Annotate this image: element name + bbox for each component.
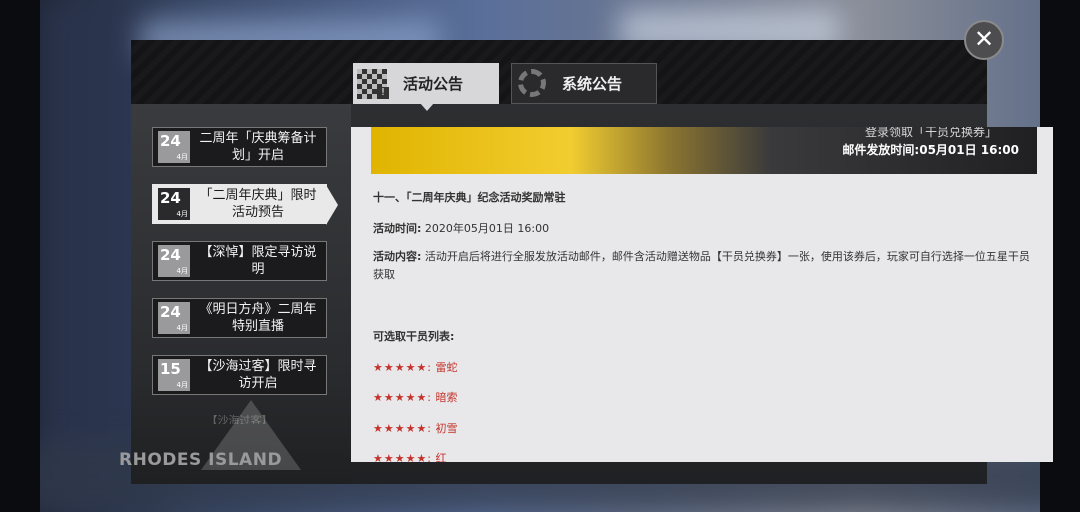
desc-label: 活动内容:: [373, 250, 422, 263]
date-month: 4月: [176, 153, 188, 161]
active-tab-pointer: [420, 103, 434, 111]
operator-row: ★★★★★: 红: [373, 450, 447, 462]
tab-system-announcements[interactable]: 系统公告: [511, 63, 657, 104]
time-value: 2020年05月01日 16:00: [424, 222, 550, 235]
announcement-content[interactable]: 登录领取「干员兑换券」 邮件发放时间:05月01日 16:00 十一、「二周年庆…: [351, 127, 1053, 462]
content-heading: 十一、「二周年庆典」纪念活动奖励常驻: [373, 191, 566, 204]
date-badge: 24 4月: [158, 131, 190, 163]
date-month: 4月: [176, 381, 188, 389]
date-day: 15: [160, 360, 181, 378]
activity-desc: 活动内容: 活动开启后将进行全服发放活动邮件，邮件含活动赠送物品【干员兑换券】一…: [373, 248, 1033, 284]
date-day: 24: [160, 189, 181, 207]
tab-event-announcements[interactable]: ! 活动公告: [353, 63, 499, 104]
date-month: 4月: [176, 267, 188, 275]
close-icon[interactable]: ✕: [964, 20, 1004, 60]
operator-name: 暗索: [435, 391, 458, 404]
operator-row: ★★★★★: 雷蛇: [373, 359, 458, 375]
operator-row: ★★★★★: 暗索: [373, 389, 458, 405]
checker-flag-icon: !: [355, 65, 393, 103]
notice-title: 《明日方舟》二周年特别直播: [199, 302, 317, 334]
star-rating: ★★★★★:: [373, 361, 433, 374]
tab-label: 活动公告: [403, 75, 464, 93]
notice-title: 「二周年庆典」限时活动预告: [199, 188, 317, 220]
star-rating: ★★★★★:: [373, 391, 433, 404]
tab-label: 系统公告: [562, 75, 623, 93]
notice-item[interactable]: 24 4月 二周年「庆典筹备计划」开启: [152, 127, 327, 167]
date-day: 24: [160, 303, 181, 321]
date-badge: 24 4月: [158, 302, 190, 334]
banner-mail-time: 邮件发放时间:05月01日 16:00: [842, 143, 1019, 157]
notice-title: 【深悼】限定寻访说明: [199, 245, 317, 277]
time-label: 活动时间:: [373, 222, 422, 235]
notice-item[interactable]: 15 4月 【沙海过客】限时寻访开启: [152, 355, 327, 395]
notice-title: 【沙海过客】限时寻访开启: [199, 359, 317, 391]
gear-icon: [514, 65, 552, 103]
date-badge: 24 4月: [158, 188, 190, 220]
announcement-banner: 登录领取「干员兑换券」 邮件发放时间:05月01日 16:00: [371, 127, 1037, 174]
desc-value: 活动开启后将进行全服发放活动邮件，邮件含活动赠送物品【干员兑换券】一张，使用该券…: [373, 250, 1030, 281]
notice-item-selected[interactable]: 24 4月 「二周年庆典」限时活动预告: [152, 184, 338, 225]
date-badge: 24 4月: [158, 245, 190, 277]
operator-name: 红: [435, 452, 447, 462]
notice-title: 二周年「庆典筹备计划」开启: [199, 131, 317, 163]
operator-name: 初雪: [435, 422, 458, 435]
brand-text: RHODES ISLAND: [119, 450, 283, 470]
date-day: 24: [160, 132, 181, 150]
star-rating: ★★★★★:: [373, 422, 433, 435]
date-month: 4月: [176, 210, 188, 218]
date-badge: 15 4月: [158, 359, 190, 391]
operator-list-title: 可选取干员列表:: [373, 330, 455, 343]
date-month: 4月: [176, 324, 188, 332]
date-day: 24: [160, 246, 181, 264]
banner-top-text: 登录领取「干员兑换券」: [864, 127, 997, 139]
notice-item[interactable]: 24 4月 《明日方舟》二周年特别直播: [152, 298, 327, 338]
rhodes-island-logo: RHODES ISLAND: [119, 400, 351, 484]
star-rating: ★★★★★:: [373, 452, 433, 462]
notice-item[interactable]: 24 4月 【深悼】限定寻访说明: [152, 241, 327, 281]
operator-row: ★★★★★: 初雪: [373, 420, 458, 436]
activity-time-line: 活动时间: 2020年05月01日 16:00: [373, 220, 549, 236]
operator-name: 雷蛇: [435, 361, 458, 374]
